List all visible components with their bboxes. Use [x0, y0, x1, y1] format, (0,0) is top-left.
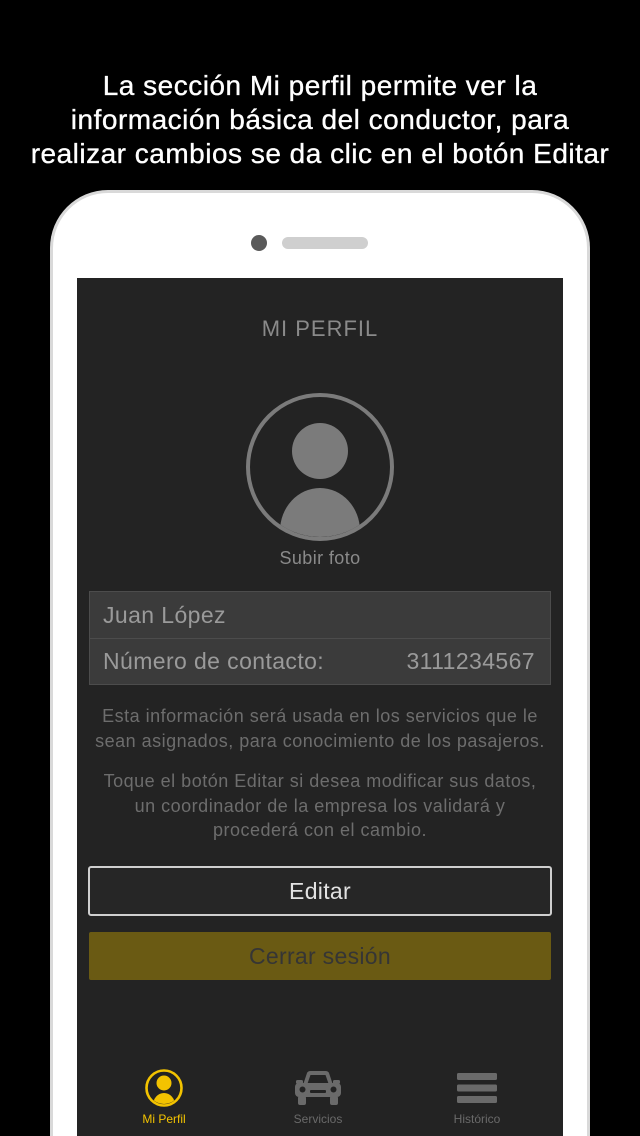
edit-instructions-paragraph: Toque el botón Editar si desea modificar… — [77, 769, 563, 843]
contact-field: Número de contacto: 3111234567 — [90, 638, 550, 684]
caption-line-1: La sección Mi perfil permite ver la — [102, 70, 538, 101]
tab-bar: Mi Perfil Servicios Histórico — [77, 1058, 563, 1136]
info-paragraph-line: Esta información será usada en los servi… — [102, 706, 538, 726]
menu-icon — [457, 1072, 497, 1104]
tab-historico[interactable]: Histórico — [417, 1058, 537, 1136]
app-screen: MI PERFIL Subir foto Juan López Número d… — [77, 278, 563, 1136]
contact-number: 3111234567 — [406, 648, 535, 674]
info-paragraph-line: un coordinador de la empresa los validar… — [134, 795, 506, 816]
front-camera — [251, 235, 267, 251]
page-title: MI PERFIL — [261, 316, 379, 341]
user-avatar-icon — [246, 393, 394, 541]
tab-label: Mi Perfil — [142, 1112, 186, 1126]
profile-photo[interactable] — [244, 391, 396, 543]
tab-label: Servicios — [293, 1112, 343, 1126]
speaker-grille — [282, 237, 368, 249]
info-paragraph: Esta información será usada en los servi… — [77, 704, 563, 753]
info-paragraph-line: Toque el botón Editar si desea modificar… — [103, 771, 537, 791]
car-icon — [293, 1069, 343, 1107]
tab-mi-perfil[interactable]: Mi Perfil — [104, 1058, 224, 1136]
caption-line-3: realizar cambios se da clic en el botón … — [30, 138, 610, 169]
tab-servicios[interactable]: Servicios — [258, 1058, 378, 1136]
upload-photo-link[interactable]: Subir foto — [77, 548, 563, 568]
logout-button[interactable]: Cerrar sesión — [89, 932, 551, 980]
instruction-caption: La sección Mi perfil permite ver la info… — [0, 69, 640, 171]
driver-name: Juan López — [103, 601, 226, 628]
tab-label: Histórico — [453, 1112, 501, 1126]
name-field: Juan López — [90, 592, 550, 638]
user-circle-icon — [144, 1068, 184, 1108]
contact-label: Número de contacto: — [103, 648, 325, 674]
info-paragraph-line: procederá con el cambio. — [212, 820, 428, 840]
info-paragraph-line: sean asignados, para conocimiento de los… — [95, 730, 545, 751]
edit-button[interactable]: Editar — [88, 866, 552, 916]
caption-line-2: información básica del conductor, para — [70, 104, 570, 135]
profile-info-card: Juan López Número de contacto: 311123456… — [89, 591, 551, 685]
